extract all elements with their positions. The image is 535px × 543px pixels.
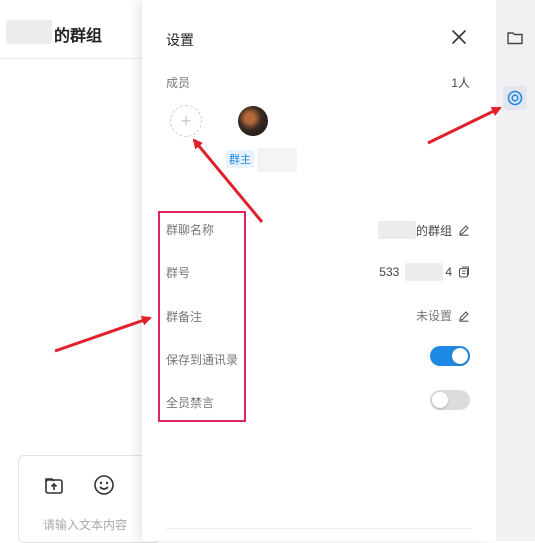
group-id-prefix: 533 <box>379 265 400 279</box>
members-label: 成员 <box>166 76 191 90</box>
add-member-button[interactable]: + <box>170 105 202 137</box>
edit-icon[interactable] <box>458 310 470 322</box>
toggle-knob <box>432 392 448 408</box>
panel-title: 设置 <box>166 32 194 48</box>
group-id-value: 533 4 <box>379 263 470 281</box>
chat-area: 的群组 请输入文本内容 <box>0 0 160 543</box>
redacted-group-name <box>6 20 52 44</box>
chat-header: 的群组 <box>0 0 145 59</box>
group-name-value[interactable]: 的群组 <box>377 221 470 239</box>
close-icon[interactable] <box>448 26 470 48</box>
avatar[interactable] <box>238 106 268 136</box>
message-composer[interactable]: 请输入文本内容 <box>18 455 160 543</box>
edit-icon[interactable] <box>458 224 470 236</box>
redacted-owner-name <box>257 148 297 172</box>
plus-icon: + <box>180 110 192 131</box>
redacted-group-id <box>405 263 444 281</box>
mute-all-toggle[interactable] <box>430 390 470 410</box>
right-sidebar <box>496 0 535 541</box>
message-input-placeholder[interactable]: 请输入文本内容 <box>43 516 127 533</box>
owner-badge: 群主 <box>226 150 254 168</box>
upload-file-icon[interactable] <box>43 474 65 496</box>
save-to-contacts-toggle[interactable] <box>430 346 470 366</box>
toggle-knob <box>452 348 468 364</box>
emoji-icon[interactable] <box>93 474 115 496</box>
copy-icon[interactable] <box>458 266 470 278</box>
settings-icon[interactable] <box>503 86 527 110</box>
redacted-group-name-value <box>377 221 416 239</box>
divider <box>166 528 471 529</box>
annotation-highlight-box <box>158 211 246 422</box>
chat-title: 的群组 <box>54 28 103 45</box>
members-count: 1人 <box>451 76 470 90</box>
folder-icon[interactable] <box>504 27 526 49</box>
group-remark-text: 未设置 <box>415 309 452 323</box>
group-name-text: 的群组 <box>415 223 452 238</box>
group-id-suffix: 4 <box>445 265 452 279</box>
group-remark-value[interactable]: 未设置 <box>416 307 470 324</box>
